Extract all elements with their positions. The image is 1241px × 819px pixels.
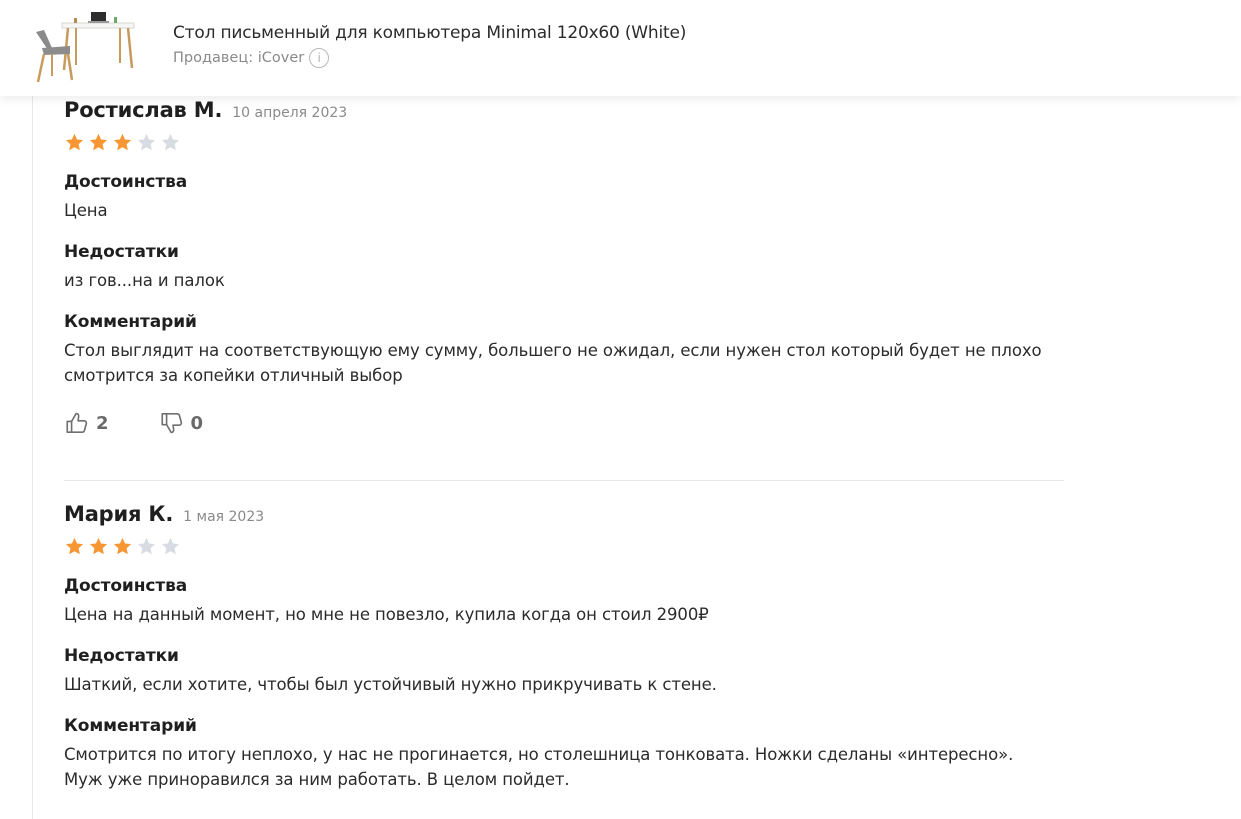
review-date: 1 мая 2023: [183, 509, 265, 525]
dislike-count: 0: [190, 412, 204, 434]
review-header: Мария К. 1 мая 2023: [64, 502, 1064, 526]
cons-text: Шаткий, если хотите, чтобы был устойчивы…: [64, 675, 717, 694]
thumbs-up-icon: [66, 412, 88, 434]
star-icon: [161, 133, 180, 151]
pros-title: Достоинства: [64, 576, 188, 596]
comment-text: Стол выглядит на соответствующую ему сум…: [64, 341, 1042, 385]
comment-text: Смотрится по итогу неплохо, у нас не про…: [64, 745, 1014, 789]
seller-label[interactable]: Продавец: iCover: [173, 50, 304, 66]
star-icon: [89, 133, 108, 151]
info-icon[interactable]: i: [309, 48, 330, 68]
star-icon: [65, 537, 84, 555]
cons-title: Недостатки: [64, 242, 179, 262]
star-icon: [161, 537, 180, 555]
star-icon: [89, 537, 108, 555]
review-date: 10 апреля 2023: [232, 105, 348, 121]
review-card: Ростислав М. 10 апреля 2023 Достоинства …: [64, 98, 1064, 436]
content-left-border: [32, 96, 33, 819]
review-header: Ростислав М. 10 апреля 2023: [64, 98, 1064, 122]
star-icon: [137, 537, 156, 555]
review-votes: 2 0: [64, 410, 1064, 436]
dislike-button[interactable]: 0: [159, 410, 204, 436]
star-icon: [137, 133, 156, 151]
review-author: Мария К.: [64, 502, 174, 526]
comment-title: Комментарий: [64, 312, 197, 332]
star-rating: [64, 132, 1064, 153]
pros-text: Цена: [64, 201, 108, 220]
seller-info: Продавец: iCover i: [173, 48, 330, 68]
review-author: Ростислав М.: [64, 98, 223, 122]
cons-title: Недостатки: [64, 646, 179, 666]
like-button[interactable]: 2: [64, 410, 109, 436]
cons-text: из гов...на и палок: [64, 271, 225, 290]
product-title[interactable]: Стол письменный для компьютера Minimal 1…: [173, 23, 686, 43]
pros-text: Цена на данный момент, но мне не повезло…: [64, 605, 709, 624]
review-divider: [64, 480, 1064, 481]
product-thumbnail[interactable]: [30, 10, 138, 86]
like-count: 2: [96, 412, 109, 434]
comment-title: Комментарий: [64, 716, 197, 736]
star-rating: [64, 536, 1064, 557]
thumbs-down-icon: [160, 412, 182, 434]
star-icon: [65, 133, 84, 151]
review-card: Мария К. 1 мая 2023 Достоинства Цена на …: [64, 502, 1064, 792]
pros-title: Достоинства: [64, 172, 188, 192]
star-icon: [113, 133, 132, 151]
product-header: Стол письменный для компьютера Minimal 1…: [0, 0, 1241, 96]
star-icon: [113, 537, 132, 555]
